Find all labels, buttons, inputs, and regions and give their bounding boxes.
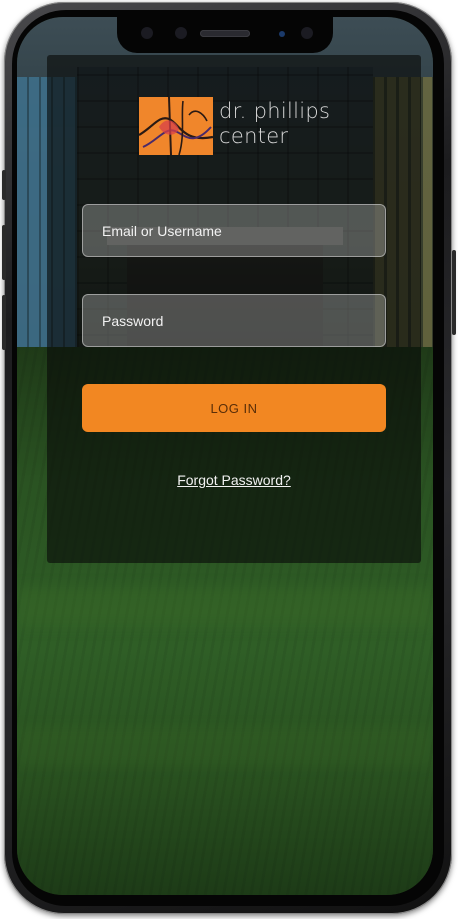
side-button-right — [452, 250, 456, 335]
dr-phillips-logo-icon — [138, 96, 214, 156]
side-button-left-bottom — [2, 295, 6, 350]
email-username-input[interactable] — [82, 204, 386, 257]
logo-mark-svg — [138, 96, 214, 156]
lawn-stripe — [17, 587, 433, 627]
password-input[interactable] — [82, 294, 386, 347]
side-button-left-mid — [2, 225, 6, 280]
phone-notch — [117, 17, 333, 53]
front-camera-icon — [279, 31, 285, 37]
side-button-left-top — [2, 170, 6, 200]
sensor-dot-right — [301, 27, 313, 39]
sensor-dot-mid — [175, 27, 187, 39]
brand-wordmark: dr. phillips center — [219, 99, 330, 149]
brand-name-line2: center — [219, 124, 289, 148]
brand-logo: dr. phillips center — [138, 96, 339, 156]
forgot-password-link[interactable]: Forgot Password? — [82, 472, 386, 488]
brand-name-line1: dr. phillips — [219, 99, 331, 123]
earpiece-speaker — [200, 30, 250, 37]
lawn-stripe — [17, 727, 433, 767]
sensor-dot-left — [141, 27, 153, 39]
app-screen: dr. phillips center LOG IN Forgot Passwo… — [17, 17, 433, 895]
login-button[interactable]: LOG IN — [82, 384, 386, 432]
